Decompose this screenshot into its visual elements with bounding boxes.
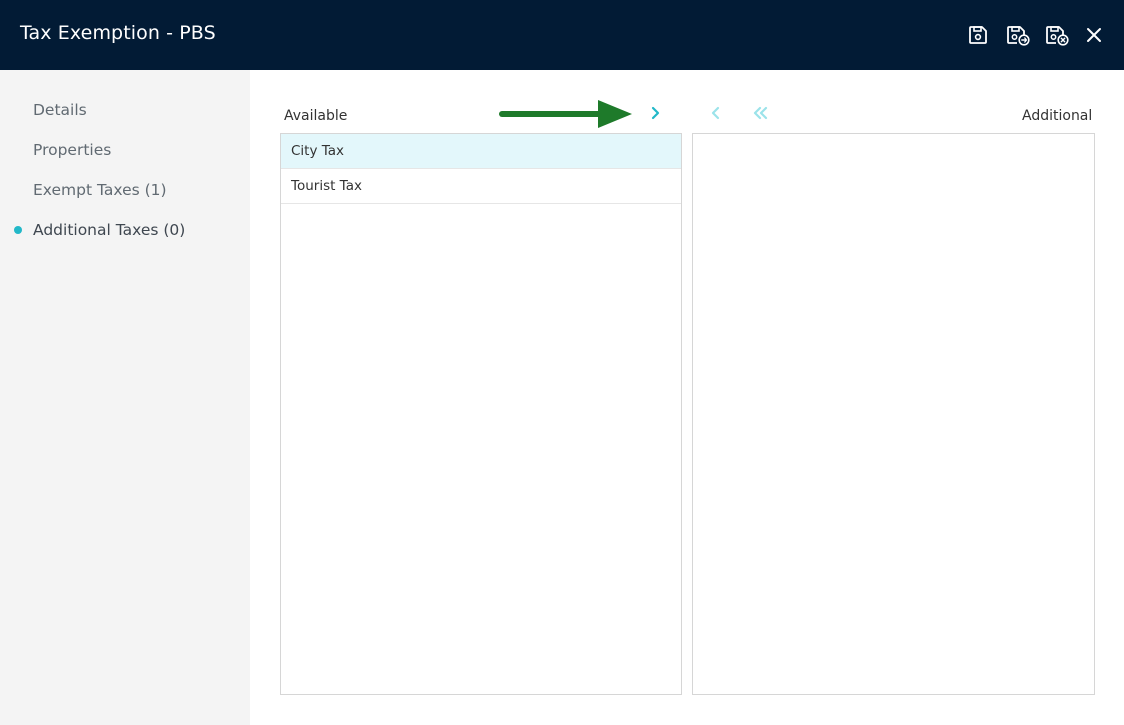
save-and-close-icon bbox=[1046, 26, 1069, 46]
list-item[interactable]: City Tax bbox=[281, 134, 681, 169]
sidebar-nav: Details Properties Exempt Taxes (1) Addi… bbox=[0, 70, 250, 725]
sidebar-item-additional-taxes[interactable]: Additional Taxes (0) bbox=[33, 221, 185, 239]
list-item[interactable]: Tourist Tax bbox=[281, 169, 681, 204]
sidebar-item-details[interactable]: Details bbox=[33, 101, 87, 119]
main-content: Available Additional City Tax Tourist Ta… bbox=[250, 70, 1124, 725]
move-all-left-button[interactable] bbox=[750, 102, 772, 124]
double-chevron-left-icon bbox=[753, 106, 768, 120]
list-item-label: City Tax bbox=[291, 143, 345, 159]
window-header: Tax Exemption - PBS bbox=[0, 0, 1124, 70]
sidebar-item-properties[interactable]: Properties bbox=[33, 141, 111, 159]
available-list-label: Available bbox=[284, 108, 348, 124]
move-right-button[interactable] bbox=[644, 102, 666, 124]
window-title: Tax Exemption - PBS bbox=[20, 22, 216, 44]
chevron-left-icon bbox=[711, 106, 720, 120]
additional-list-label: Additional bbox=[1022, 108, 1093, 124]
save-and-new-button[interactable] bbox=[1005, 22, 1031, 48]
save-and-new-icon bbox=[1007, 26, 1030, 46]
active-indicator-dot bbox=[14, 226, 22, 234]
list-item-label: Tourist Tax bbox=[291, 178, 362, 194]
save-and-close-button[interactable] bbox=[1044, 22, 1070, 48]
save-button[interactable] bbox=[965, 22, 991, 48]
close-icon bbox=[1087, 28, 1101, 42]
chevron-right-icon bbox=[651, 106, 660, 120]
sidebar-item-exempt-taxes[interactable]: Exempt Taxes (1) bbox=[33, 181, 167, 199]
move-left-button[interactable] bbox=[705, 102, 727, 124]
additional-list bbox=[692, 133, 1095, 695]
save-icon bbox=[969, 26, 987, 44]
annotation-arrow-icon bbox=[499, 100, 632, 128]
close-button[interactable] bbox=[1081, 22, 1107, 48]
available-list: City Tax Tourist Tax bbox=[280, 133, 682, 695]
